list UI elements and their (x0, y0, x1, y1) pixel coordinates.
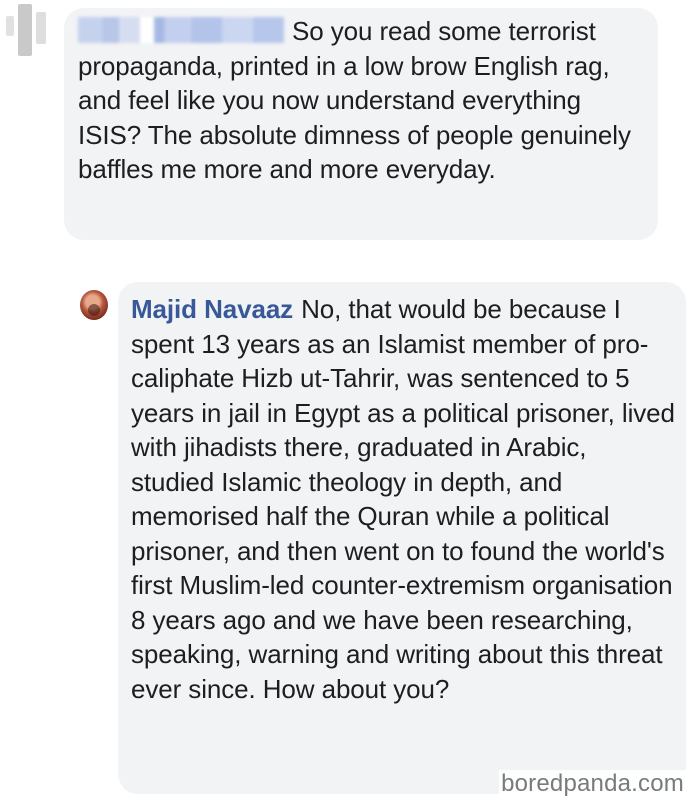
blurred-author-name[interactable] (78, 17, 284, 44)
reply-text: No, that would be because I spent 13 yea… (131, 294, 675, 704)
comment-bubble: So you read some terrorist propaganda, p… (64, 8, 658, 240)
reply-body: Majid Navaaz No, that would be because I … (131, 292, 676, 706)
reply-author-link[interactable]: Majid Navaaz (131, 294, 293, 324)
reply-avatar[interactable] (80, 290, 108, 320)
watermark: boredpanda.com (499, 770, 686, 798)
reply-bubble: Majid Navaaz No, that would be because I … (118, 282, 686, 794)
blurred-avatar (6, 4, 50, 60)
comment-body: So you read some terrorist propaganda, p… (78, 14, 648, 187)
